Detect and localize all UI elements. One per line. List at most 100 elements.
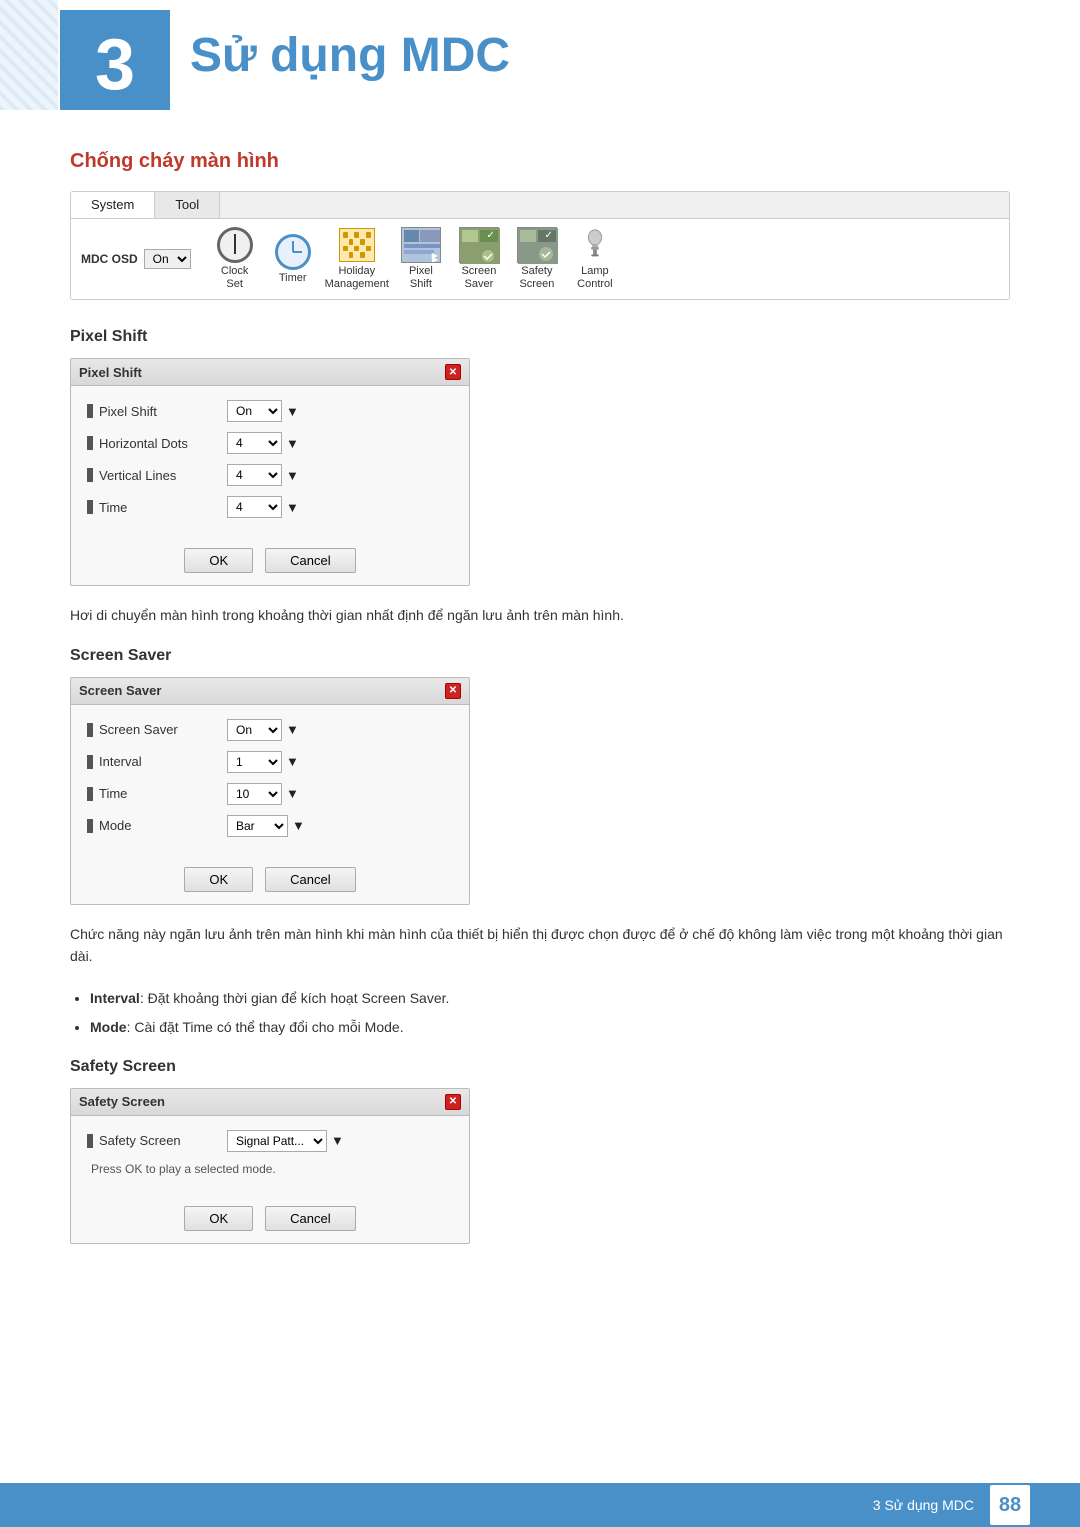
safety-screen-icon: [516, 227, 558, 263]
toolbar-icon-holiday[interactable]: HolidayManagement: [325, 227, 389, 291]
screen-saver-close-btn[interactable]: ✕: [445, 683, 461, 699]
vertical-lines-select[interactable]: 41235: [227, 464, 282, 486]
ss-time-control: 105152030 ▼: [227, 783, 453, 805]
vertical-lines-control: 41235 ▼: [227, 464, 453, 486]
bullet-interval: Interval: Đặt khoảng thời gian để kích h…: [90, 988, 1010, 1009]
holiday-icon: [336, 227, 378, 263]
page-content: Chống cháy màn hình System Tool MDC OSD …: [0, 110, 1080, 1302]
pixel-shift-row-label: Pixel Shift: [87, 404, 227, 419]
ss-row-interval: Interval 12345 ▼: [87, 751, 453, 773]
pixel-shift-body: Pixel Shift OnOff ▼ Horizontal Dots 4123…: [71, 386, 469, 538]
safety-screen-dialog: Safety Screen ✕ Safety Screen Signal Pat…: [70, 1088, 470, 1244]
lamp-control-label: LampControl: [577, 265, 612, 291]
ss-row-time: Time 105152030 ▼: [87, 783, 453, 805]
screen-saver-label: ScreenSaver: [461, 265, 496, 291]
screen-saver-ok-btn[interactable]: OK: [184, 867, 253, 892]
pixel-shift-dropdown-icon: ▼: [286, 404, 299, 419]
horizontal-dots-label: Horizontal Dots: [87, 436, 227, 451]
row-indicator: [87, 404, 93, 418]
ss-mode-control: BarScrollFade ▼: [227, 815, 453, 837]
row-indicator: [87, 819, 93, 833]
time-control: 41235 ▼: [227, 496, 453, 518]
pixel-shift-ok-btn[interactable]: OK: [184, 548, 253, 573]
ss-time-select[interactable]: 105152030: [227, 783, 282, 805]
row-indicator: [87, 1134, 93, 1148]
safety-screen-footer: OK Cancel: [71, 1196, 469, 1243]
row-indicator: [87, 436, 93, 450]
ss-interval-dropdown-icon: ▼: [286, 754, 299, 769]
pixel-svg: ▶: [402, 228, 441, 263]
toolbar-icon-lamp-control[interactable]: LampControl: [569, 227, 621, 291]
screen-saver-footer: OK Cancel: [71, 857, 469, 904]
safety-select[interactable]: Signal Patt...ScrollFade: [227, 1130, 327, 1152]
ss-interval-control: 12345 ▼: [227, 751, 453, 773]
toolbar-icon-safety-screen[interactable]: SafetyScreen: [511, 227, 563, 291]
row-indicator: [87, 500, 93, 514]
safety-screen-label: SafetyScreen: [519, 265, 554, 291]
lamp-svg: [577, 227, 613, 263]
pixel-shift-select[interactable]: OnOff: [227, 400, 282, 422]
pixel-icon-shape: ▶: [401, 227, 441, 263]
interval-text: : Đặt khoảng thời gian để kích hoạt Scre…: [140, 990, 450, 1006]
screen-saver-body: Screen Saver OnOff ▼ Interval 12345: [71, 705, 469, 857]
mode-bold: Mode: [90, 1019, 127, 1035]
pixel-shift-titlebar: Pixel Shift ✕: [71, 359, 469, 386]
row-indicator: [87, 723, 93, 737]
footer-page-number: 88: [990, 1485, 1030, 1525]
header-stripe: [0, 0, 58, 110]
ss-screen-saver-control: OnOff ▼: [227, 719, 453, 741]
safety-screen-ok-btn[interactable]: OK: [184, 1206, 253, 1231]
pixel-shift-close-btn[interactable]: ✕: [445, 364, 461, 380]
vertical-dropdown-icon: ▼: [286, 468, 299, 483]
horizontal-dots-control: 41235 ▼: [227, 432, 453, 454]
ss-row-screen-saver: Screen Saver OnOff ▼: [87, 719, 453, 741]
pixel-shift-dialog: Pixel Shift ✕ Pixel Shift OnOff ▼: [70, 358, 470, 586]
ss-interval-select[interactable]: 12345: [227, 751, 282, 773]
pixel-shift-cancel-btn[interactable]: Cancel: [265, 548, 355, 573]
screen-saver-titlebar: Screen Saver ✕: [71, 678, 469, 705]
row-indicator: [87, 468, 93, 482]
time-dropdown-icon: ▼: [286, 500, 299, 515]
pixel-shift-icon: ▶: [400, 227, 442, 263]
toolbar-icon-clock-set[interactable]: ClockSet: [209, 227, 261, 291]
clock-set-icon: [214, 227, 256, 263]
timer-icon-shape: [275, 234, 311, 270]
timer-label: Timer: [279, 272, 307, 285]
screen-saver-cancel-btn[interactable]: Cancel: [265, 867, 355, 892]
clock-icon: [217, 227, 253, 263]
ss-mode-select[interactable]: BarScrollFade: [227, 815, 288, 837]
horizontal-dots-select[interactable]: 41235: [227, 432, 282, 454]
screen-saver-bullets: Interval: Đặt khoảng thời gian để kích h…: [90, 988, 1010, 1038]
screen-saver-description: Chức năng này ngăn lưu ảnh trên màn hình…: [70, 923, 1010, 968]
mdc-osd-label: MDC OSD: [81, 252, 138, 266]
horizontal-dropdown-icon: ▼: [286, 436, 299, 451]
time-select[interactable]: 41235: [227, 496, 282, 518]
toolbar-icon-timer[interactable]: Timer: [267, 234, 319, 285]
toolbar-body: MDC OSD On Off ClockSet: [71, 219, 1009, 299]
screensaver-svg: [460, 228, 500, 264]
ss-screen-saver-select[interactable]: OnOff: [227, 719, 282, 741]
toolbar-panel: System Tool MDC OSD On Off ClockSet: [70, 191, 1010, 300]
pixel-shift-description: Hơi di chuyển màn hình trong khoảng thời…: [70, 604, 1010, 626]
safety-control: Signal Patt...ScrollFade ▼: [227, 1130, 453, 1152]
safety-dropdown-icon: ▼: [331, 1133, 344, 1148]
toolbar-icon-pixel-shift[interactable]: ▶ PixelShift: [395, 227, 447, 291]
pixel-shift-heading: Pixel Shift: [70, 328, 1010, 346]
screen-saver-title: Screen Saver: [79, 683, 161, 698]
ss-mode-dropdown-icon: ▼: [292, 818, 305, 833]
vertical-lines-label: Vertical Lines: [87, 468, 227, 483]
chapter-number: 3: [95, 24, 135, 106]
dialog-row-horizontal: Horizontal Dots 41235 ▼: [87, 432, 453, 454]
safety-screen-close-btn[interactable]: ✕: [445, 1094, 461, 1110]
timer-icon: [272, 234, 314, 270]
safety-screen-title: Safety Screen: [79, 1094, 165, 1109]
toolbar-icon-screen-saver[interactable]: ScreenSaver: [453, 227, 505, 291]
tab-tool[interactable]: Tool: [155, 192, 220, 218]
screen-saver-icon-shape: [459, 227, 499, 263]
mdc-osd-select[interactable]: On Off: [144, 249, 191, 269]
page-title: Sử dụng MDC: [190, 28, 510, 83]
screen-saver-icon: [458, 227, 500, 263]
tab-system[interactable]: System: [71, 192, 155, 218]
interval-bold: Interval: [90, 990, 140, 1006]
safety-screen-cancel-btn[interactable]: Cancel: [265, 1206, 355, 1231]
